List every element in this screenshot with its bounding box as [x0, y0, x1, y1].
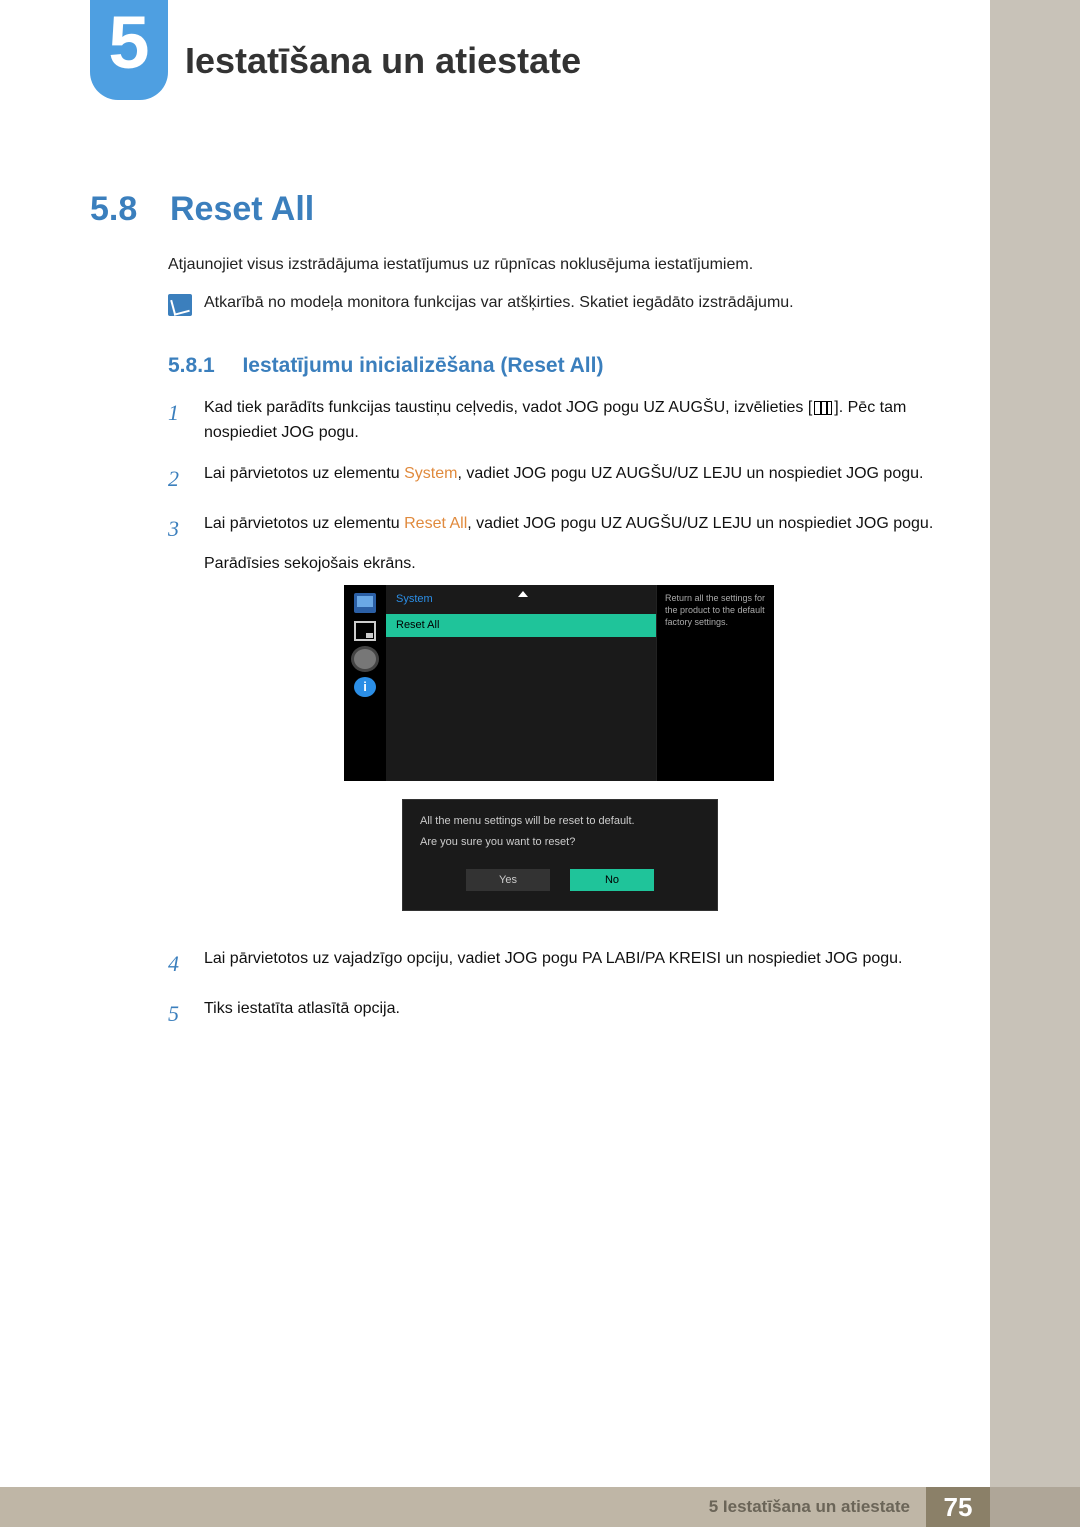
step-number: 2 — [168, 462, 186, 496]
step-body: Lai pārvietotos uz vajadzīgo opciju, vad… — [204, 947, 938, 981]
osd-selected-item: Reset All — [386, 614, 656, 637]
subsection-title: Iestatījumu inicializēšana (Reset All) — [242, 354, 603, 377]
section-number: 5.8 — [90, 190, 170, 229]
step-4: 4 Lai pārvietotos uz vajadzīgo opciju, v… — [168, 947, 938, 981]
info-icon: i — [354, 677, 376, 697]
osd-screenshot: i System Reset All Return all the settin… — [344, 585, 774, 911]
osd-icon-column: i — [344, 585, 386, 781]
page-footer: 5 Iestatīšana un atiestate 75 — [0, 1487, 1080, 1527]
section-intro: Atjaunojiet visus izstrādājuma iestatīju… — [168, 256, 753, 274]
chapter-title: Iestatīšana un atiestate — [185, 40, 581, 82]
osd-description: Return all the settings for the product … — [656, 585, 774, 781]
osd-confirm-dialog: All the menu settings will be reset to d… — [402, 799, 718, 911]
step-body: Kad tiek parādīts funkcijas taustiņu ceļ… — [204, 396, 938, 446]
subsection-number: 5.8.1 — [168, 354, 238, 378]
chapter-number-tab: 5 — [90, 0, 168, 100]
footer-chapter-label: 5 Iestatīšana un atiestate — [0, 1487, 926, 1527]
dialog-buttons: Yes No — [420, 869, 700, 891]
gear-icon — [354, 649, 376, 669]
pip-icon — [354, 621, 376, 641]
step-5: 5 Tiks iestatīta atlasītā opcija. — [168, 997, 938, 1031]
side-stripe — [990, 0, 1080, 1527]
step-text: Lai pārvietotos uz elementu — [204, 465, 404, 482]
footer-page-number: 75 — [926, 1487, 990, 1527]
step-number: 5 — [168, 997, 186, 1031]
steps-list: 1 Kad tiek parādīts funkcijas taustiņu c… — [168, 396, 938, 1047]
note-row: Atkarībā no modeļa monitora funkcijas va… — [168, 294, 794, 316]
dialog-no-button: No — [570, 869, 654, 891]
subsection-heading: 5.8.1 Iestatījumu inicializēšana (Reset … — [168, 354, 603, 378]
monitor-icon — [354, 593, 376, 613]
step-2: 2 Lai pārvietotos uz elementu System, va… — [168, 462, 938, 496]
note-icon — [168, 294, 192, 316]
step-text: Lai pārvietotos uz elementu — [204, 515, 404, 532]
step-body: Tiks iestatīta atlasītā opcija. — [204, 997, 938, 1031]
chevron-up-icon — [518, 591, 528, 597]
dialog-line-1: All the menu settings will be reset to d… — [420, 813, 700, 830]
step-number: 3 — [168, 512, 186, 932]
section-title: Reset All — [170, 190, 314, 229]
section-heading: 5.8 Reset All — [90, 190, 314, 229]
step-number: 4 — [168, 947, 186, 981]
step-3: 3 Lai pārvietotos uz elementu Reset All,… — [168, 512, 938, 932]
osd-menu-area: System Reset All — [386, 585, 656, 781]
step-text: , vadiet JOG pogu UZ AUGŠU/UZ LEJU un no… — [457, 465, 923, 482]
step-text: Kad tiek parādīts funkcijas taustiņu ceļ… — [204, 399, 812, 416]
step-body: Lai pārvietotos uz elementu System, vadi… — [204, 462, 938, 496]
dialog-yes-button: Yes — [466, 869, 550, 891]
footer-stripe-gap — [990, 1487, 1080, 1527]
step-after-text: Parādīsies sekojošais ekrāns. — [204, 552, 938, 577]
step-number: 1 — [168, 396, 186, 446]
menu-icon — [814, 401, 832, 415]
dialog-line-2: Are you sure you want to reset? — [420, 834, 700, 851]
note-text: Atkarībā no modeļa monitora funkcijas va… — [204, 294, 794, 312]
step-body: Lai pārvietotos uz elementu Reset All, v… — [204, 512, 938, 932]
osd-system-label: System — [386, 585, 656, 614]
step-text: , vadiet JOG pogu UZ AUGŠU/UZ LEJU un no… — [467, 515, 933, 532]
step-1: 1 Kad tiek parādīts funkcijas taustiņu c… — [168, 396, 938, 446]
highlight-system: System — [404, 465, 457, 482]
highlight-resetall: Reset All — [404, 515, 467, 532]
osd-main-panel: i System Reset All Return all the settin… — [344, 585, 774, 781]
